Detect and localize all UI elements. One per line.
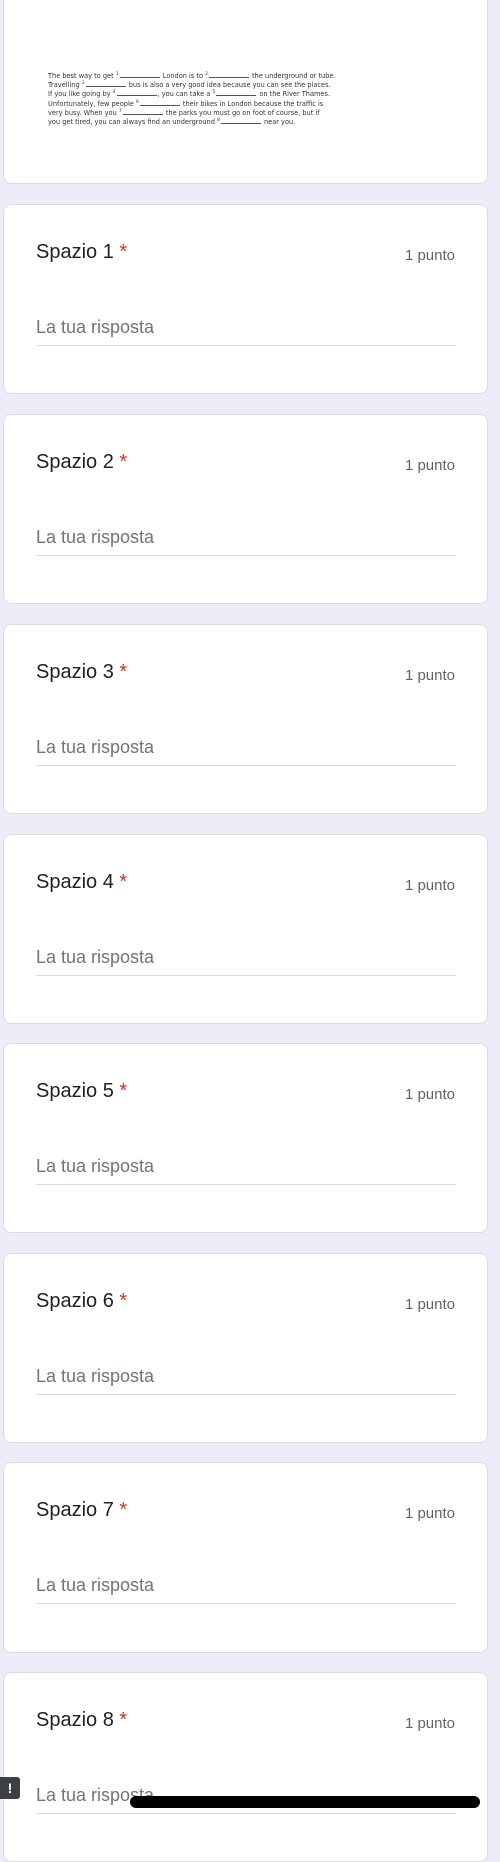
passage-card: The best way to get 1 London is to 2 the… <box>3 0 488 184</box>
points-label: 1 punto <box>404 457 455 474</box>
points-label: 1 punto <box>404 1715 455 1732</box>
required-asterisk: * <box>119 451 128 473</box>
answer-input[interactable] <box>36 737 456 766</box>
points-label: 1 punto <box>404 667 455 684</box>
question-title: Spazio 4 * <box>36 871 128 893</box>
required-asterisk: * <box>119 241 128 263</box>
answer-input[interactable] <box>36 1366 456 1395</box>
answer-input[interactable] <box>36 1575 456 1604</box>
question-title: Spazio 7 * <box>36 1499 128 1521</box>
blank <box>119 71 160 78</box>
required-asterisk: * <box>119 1290 128 1312</box>
question-card: Spazio 7 * 1 punto <box>3 1462 488 1653</box>
blank <box>139 99 180 106</box>
answer-input[interactable] <box>36 947 456 976</box>
exclamation-icon[interactable]: ! <box>0 1777 20 1799</box>
required-asterisk: * <box>119 871 128 893</box>
answer-input[interactable] <box>36 527 456 556</box>
required-asterisk: * <box>119 1709 128 1731</box>
blank <box>85 80 126 88</box>
passage-text: The best way to get 1 London is to 2 the… <box>48 71 448 126</box>
passage-line: The best way to get 1 London is to 2 the… <box>48 71 336 80</box>
points-label: 1 punto <box>404 247 455 264</box>
question-title: Spazio 8 * <box>36 1709 128 1731</box>
question-card: Spazio 1 * 1 punto <box>3 204 488 394</box>
required-asterisk: * <box>119 661 128 683</box>
question-card: Spazio 8 * 1 punto <box>3 1672 488 1862</box>
points-label: 1 punto <box>404 1505 455 1522</box>
question-title: Spazio 6 * <box>36 1290 128 1312</box>
passage-line: Unfortunately, few people 6 their bikes … <box>48 99 324 108</box>
question-card: Spazio 5 * 1 punto <box>3 1043 488 1233</box>
question-card: Spazio 4 * 1 punto <box>3 834 488 1024</box>
question-title: Spazio 2 * <box>36 451 128 473</box>
passage-line: If you like going by 4, you can take a 5… <box>48 89 331 99</box>
passage-line: you get tired, you can always find an un… <box>48 117 296 127</box>
passage-line: very busy. When you 7 the parks you must… <box>48 108 320 117</box>
blank <box>216 89 257 97</box>
question-card: Spazio 6 * 1 punto <box>3 1253 488 1443</box>
required-asterisk: * <box>119 1080 128 1102</box>
points-label: 1 punto <box>404 877 455 894</box>
points-label: 1 punto <box>404 1086 455 1103</box>
blank <box>209 71 249 78</box>
answer-input[interactable] <box>36 317 456 346</box>
required-asterisk: * <box>119 1499 128 1521</box>
passage-line: Travelling 3 bus is also a very good ide… <box>48 80 331 90</box>
question-card: Spazio 2 * 1 punto <box>3 414 488 604</box>
blank <box>122 108 163 115</box>
question-title: Spazio 5 * <box>36 1080 128 1102</box>
question-card: Spazio 3 * 1 punto <box>3 624 488 814</box>
blank <box>220 117 261 125</box>
answer-input[interactable] <box>36 1156 456 1185</box>
question-title: Spazio 3 * <box>36 661 128 683</box>
question-title: Spazio 1 * <box>36 241 128 263</box>
points-label: 1 punto <box>404 1296 455 1313</box>
blank <box>116 89 157 97</box>
home-indicator-bar[interactable] <box>130 1796 480 1808</box>
